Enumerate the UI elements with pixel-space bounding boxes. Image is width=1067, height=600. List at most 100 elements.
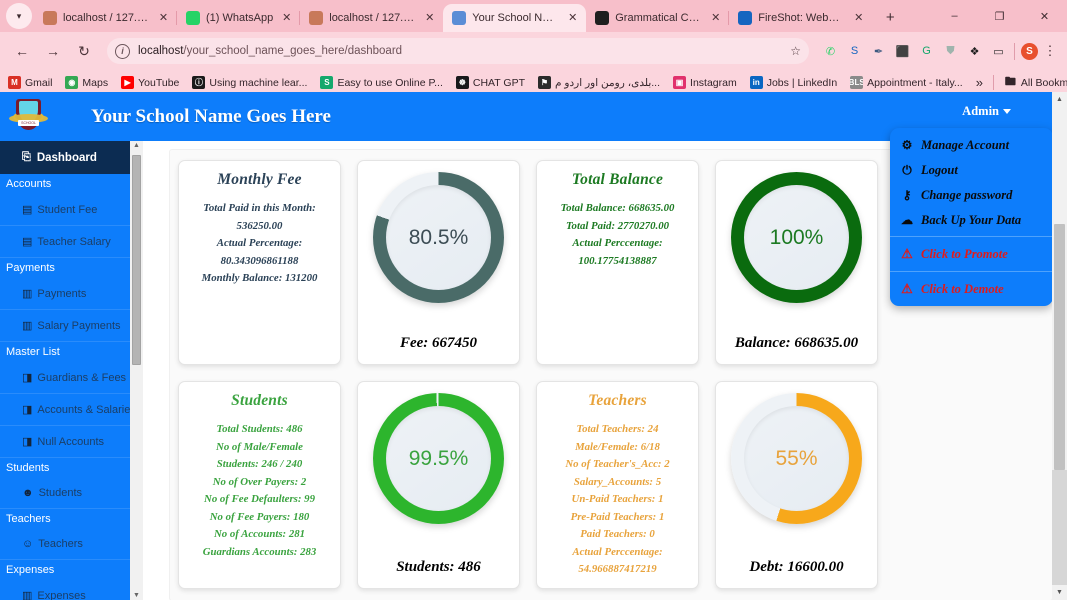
balance-gauge-chart: 100% (731, 172, 862, 303)
sidebar-item-dashboard[interactable]: ⎘ Dashboard (0, 141, 143, 174)
sidebar-item-students[interactable]: ☻ Students (0, 478, 143, 509)
sidebar-scroll-thumb[interactable] (132, 155, 141, 365)
card-students-gauge: 99.5% Students: 486 (357, 381, 520, 589)
dropdown-item-click-to-demote[interactable]: ⚠ Click to Demote (890, 271, 1053, 306)
browser-tab[interactable]: Your School Name G ✕ (443, 4, 587, 32)
browser-tab[interactable]: Grammatical Correct ✕ (586, 4, 729, 32)
donut-gauge: 80.5% (373, 172, 504, 303)
card-lines: Total Students: 486 No of Male/Female St… (185, 421, 334, 561)
reload-button[interactable]: ↻ (70, 37, 98, 65)
gauge-value: 55% (775, 446, 818, 470)
site-info-icon[interactable]: i (115, 43, 130, 59)
page-scroll-track[interactable] (1052, 470, 1067, 585)
tab-close-button[interactable]: ✕ (422, 11, 437, 26)
sidebar-item-label: Salary Payments (37, 319, 121, 332)
sidebar-item-teacher-salary[interactable]: ▤ Teacher Salary (0, 226, 143, 258)
puzzle-extension-icon[interactable]: ❖ (965, 42, 984, 61)
tab-search-button[interactable]: ▾ (6, 3, 32, 29)
sidepanel-icon[interactable]: ▭ (989, 42, 1008, 61)
card-line: Actual Perccentage: (572, 237, 663, 249)
sidebar-item-teachers[interactable]: ☺ Teachers (0, 529, 143, 560)
card-line: Total Teachers: 24 (576, 423, 659, 435)
forward-button[interactable]: → (39, 37, 67, 65)
card-line: Salary_Accounts: 5 (573, 475, 662, 488)
dropdown-item-logout[interactable]: ⏻ Logout (890, 158, 1053, 183)
dropdown-item-label: Click to Promote (921, 246, 1008, 261)
grammarly-doc-extension-icon[interactable]: ⬛ (893, 42, 912, 61)
back-button[interactable]: ← (8, 37, 36, 65)
sidebar: ⎘ Dashboard Accounts ▤ Student Fee ▤ Teacher… (0, 141, 143, 600)
sidebar-scrollbar[interactable]: ▲ ▼ (130, 141, 143, 600)
sidebar-scroll-down-arrow[interactable]: ▼ (133, 591, 140, 600)
all-bookmarks-label: All Bookmarks (1020, 76, 1067, 89)
bookmarks-overflow-button[interactable]: » (976, 75, 983, 90)
sidebar-scroll-up-arrow[interactable]: ▲ (133, 141, 140, 150)
sidebar-item-null-accounts[interactable]: ◨ Null Accounts (0, 426, 143, 458)
three-dot-menu-icon[interactable]: ⋮ (1041, 37, 1059, 65)
sidebar-item-expenses[interactable]: ▥ Expenses (0, 580, 143, 600)
sidebar-item-accounts-salaries[interactable]: ◨ Accounts & Salaries (0, 394, 143, 426)
card-fee-gauge: 80.5% Fee: 667450 (357, 160, 520, 365)
bookmark-item[interactable]: BLS Appointment - Italy... (850, 76, 963, 89)
tab-close-button[interactable]: ✕ (708, 11, 723, 26)
bookmark-item[interactable]: ⚑ بلدی، رومن اور اردو م... (538, 76, 660, 89)
gauge-value: 100% (769, 225, 824, 249)
bookmark-item[interactable]: ⓘ Using machine lear... (192, 76, 307, 89)
card-balance-gauge: 100% Balance: 668635.00 (715, 160, 878, 365)
all-bookmarks-button[interactable]: 🖿 All Bookmarks (1004, 76, 1067, 89)
page-scroll-thumb[interactable] (1054, 224, 1065, 470)
bls-icon: BLS (850, 76, 864, 89)
whatsapp-extension-icon[interactable]: ✆ (821, 42, 840, 61)
page-scroll-up-arrow[interactable]: ▲ (1052, 92, 1067, 107)
page-scroll-down-arrow[interactable]: ▼ (1052, 585, 1067, 600)
page-scrollbar[interactable]: ▲ ▼ (1052, 92, 1067, 600)
card-teachers: Teachers Total Teachers: 24 Male/Female:… (536, 381, 699, 589)
browser-tab[interactable]: localhost / 127.0.0.1 ✕ (299, 4, 443, 32)
tab-title: localhost / 127.0.0.1 (63, 12, 150, 24)
admin-menu-button[interactable]: Admin (962, 104, 1011, 119)
warning-icon: ⚠ (901, 281, 913, 296)
address-bar[interactable]: i localhost/your_school_name_goes_here/d… (107, 38, 809, 64)
tab-close-button[interactable]: ✕ (279, 11, 294, 26)
bookmark-item[interactable]: ▣ Instagram (673, 76, 737, 89)
bookmark-item[interactable]: M Gmail (8, 76, 52, 89)
bookmark-item[interactable]: in Jobs | LinkedIn (749, 76, 837, 89)
card-title: Monthly Fee (217, 171, 302, 188)
bookmark-item[interactable]: S Easy to use Online P... (320, 76, 443, 89)
sidebar-section-students: Students (6, 462, 50, 474)
sidebar-item-salary-payments[interactable]: ▥ Salary Payments (0, 310, 143, 342)
chatgpt-icon: ☸ (455, 76, 469, 89)
dropdown-item-click-to-promote[interactable]: ⚠ Click to Promote (890, 236, 1053, 271)
minimize-button[interactable]: – (932, 0, 977, 32)
tab-close-button[interactable]: ✕ (565, 11, 580, 26)
profile-avatar[interactable]: S (1021, 42, 1038, 60)
tab-close-button[interactable]: ✕ (156, 11, 171, 26)
bookmark-star-icon[interactable]: ☆ (790, 44, 801, 58)
sidebar-item-guardians-fees[interactable]: ◨ Guardians & Fees (0, 362, 143, 394)
close-window-button[interactable]: ✕ (1022, 0, 1067, 32)
maximize-button[interactable]: ❐ (977, 0, 1022, 32)
new-tab-button[interactable]: + (877, 4, 903, 30)
dropdown-item-back-up-your-data[interactable]: ☁ Back Up Your Data (890, 208, 1053, 233)
fireshot-extension-icon[interactable]: S (845, 42, 864, 61)
folder-icon: 🖿 (1004, 76, 1016, 88)
browser-tab[interactable]: FireShot: Webpage S ✕ (728, 4, 872, 32)
school-shield-icon (452, 11, 467, 25)
bookmark-item[interactable]: ◉ Maps (65, 76, 108, 89)
phpmyadmin-icon (309, 11, 324, 25)
sidebar-item-payments[interactable]: ▥ Payments (0, 278, 143, 310)
users-icon: ☻ (22, 487, 34, 499)
sidebar-item-student-fee[interactable]: ▤ Student Fee (0, 194, 143, 226)
browser-tab[interactable]: (1) WhatsApp ✕ (175, 4, 300, 32)
expense-icon: ▥ (22, 590, 33, 600)
bookmark-item[interactable]: ▶ YouTube (121, 76, 179, 89)
browser-tab[interactable]: localhost / 127.0.0.1 ✕ (34, 4, 177, 32)
bookmark-item[interactable]: ☸ CHAT GPT (455, 76, 525, 89)
dropdown-item-change-password[interactable]: ⚷ Change password (890, 183, 1053, 208)
tab-close-button[interactable]: ✕ (851, 11, 866, 26)
grammarly-extension-icon[interactable]: G (917, 42, 936, 61)
fireshot-icon (738, 11, 753, 25)
dropdown-item-manage-account[interactable]: ⚙ Manage Account (890, 133, 1053, 158)
pen-extension-icon[interactable]: ✒ (869, 42, 888, 61)
shield-extension-icon[interactable]: ⛊ (941, 42, 960, 61)
